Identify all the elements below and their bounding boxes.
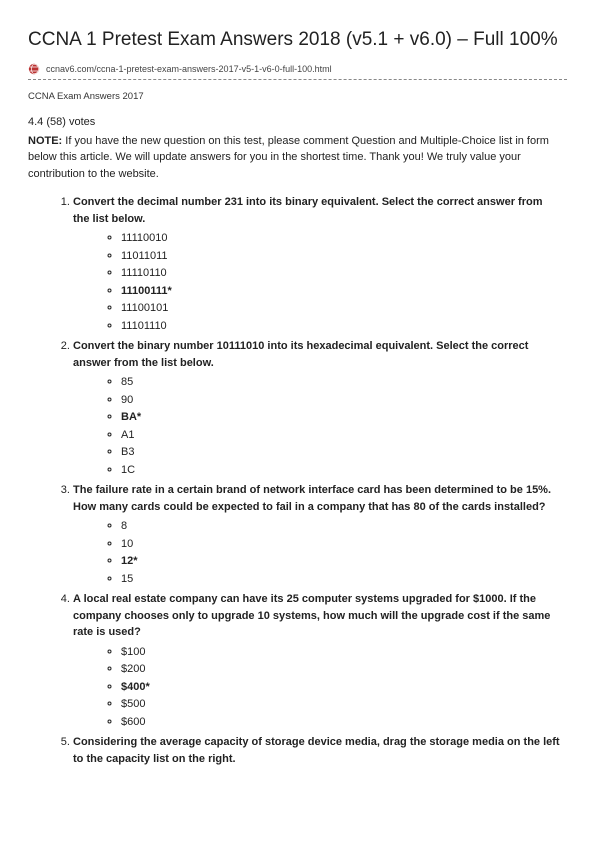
option-item: 11100101 [121,300,561,317]
option-item: 12* [121,553,561,570]
question-item: Considering the average capacity of stor… [73,734,567,767]
option-item: 11011011 [121,248,561,265]
page-title: CCNA 1 Pretest Exam Answers 2018 (v5.1 +… [28,28,567,53]
note-label: NOTE: [28,135,62,147]
option-item: 11110110 [121,265,561,282]
option-item: $200 [121,661,561,678]
option-item: 11101110 [121,318,561,335]
option-list: $100$200$400*$500$600 [73,644,561,731]
option-item: $600 [121,714,561,731]
breadcrumb: CCNA Exam Answers 2017 [28,90,567,104]
question-text: Considering the average capacity of stor… [73,736,560,765]
option-item: 90 [121,392,561,409]
question-item: Convert the decimal number 231 into its … [73,194,567,334]
question-item: Convert the binary number 10111010 into … [73,338,567,478]
question-item: The failure rate in a certain brand of n… [73,482,567,587]
site-icon [28,63,40,75]
question-text: Convert the decimal number 231 into its … [73,196,542,225]
question-list: Convert the decimal number 231 into its … [28,194,567,767]
option-item: $400* [121,679,561,696]
option-item: 15 [121,571,561,588]
option-list: 11110010110110111111011011100111*1110010… [73,230,561,334]
note-text: NOTE: If you have the new question on th… [28,133,567,183]
question-item: A local real estate company can have its… [73,591,567,730]
option-item: $500 [121,696,561,713]
option-item: BA* [121,409,561,426]
option-item: $100 [121,644,561,661]
question-text: The failure rate in a certain brand of n… [73,484,551,513]
source-url: ccnav6.com/ccna-1-pretest-exam-answers-2… [46,63,332,77]
option-item: 1C [121,462,561,479]
option-item: 11110010 [121,230,561,247]
option-item: 85 [121,374,561,391]
note-body: If you have the new question on this tes… [28,135,549,180]
rating-text: 4.4 (58) votes [28,114,567,131]
option-item: 10 [121,536,561,553]
option-item: 8 [121,518,561,535]
source-url-line: ccnav6.com/ccna-1-pretest-exam-answers-2… [28,63,567,81]
option-list: 8590BA*A1B31C [73,374,561,478]
option-item: 11100111* [121,283,561,300]
question-text: Convert the binary number 10111010 into … [73,340,528,369]
option-item: B3 [121,444,561,461]
question-text: A local real estate company can have its… [73,593,550,638]
option-list: 81012*15 [73,518,561,587]
option-item: A1 [121,427,561,444]
